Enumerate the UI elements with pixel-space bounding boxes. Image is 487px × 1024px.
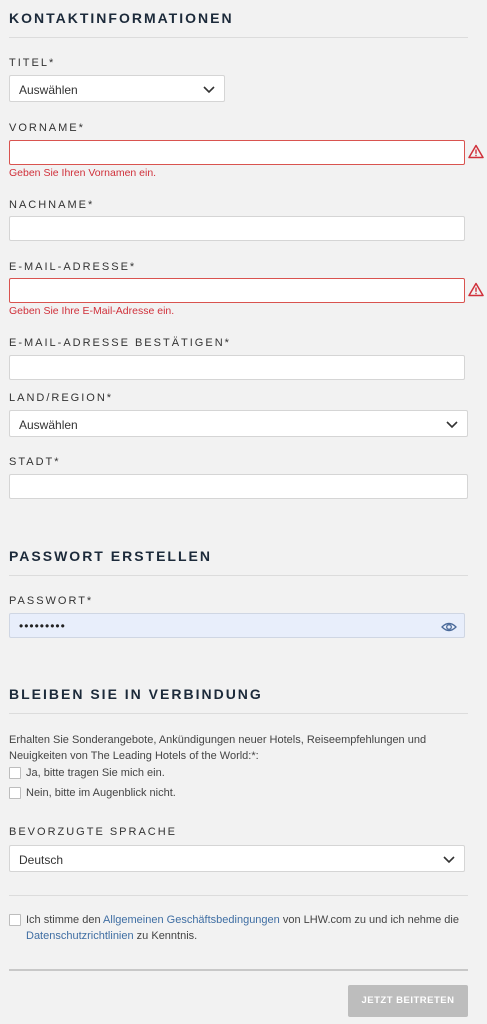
newsletter-no-checkbox[interactable] bbox=[9, 787, 21, 799]
language-select[interactable]: Deutsch bbox=[9, 845, 465, 872]
divider bbox=[9, 895, 468, 896]
email-confirm-label: E-MAIL-ADRESSE BESTÄTIGEN* bbox=[9, 337, 231, 349]
newsletter-no-label: Nein, bitte im Augenblick nicht. bbox=[26, 787, 176, 799]
nachname-label: NACHNAME* bbox=[9, 199, 95, 211]
warning-icon bbox=[468, 282, 484, 302]
language-select-value: Deutsch bbox=[19, 853, 64, 867]
divider bbox=[9, 37, 468, 38]
password-input[interactable]: ••••••••• bbox=[9, 613, 465, 638]
password-section-title: PASSWORT ERSTELLEN bbox=[9, 548, 212, 564]
connect-section-title: BLEIBEN SIE IN VERBINDUNG bbox=[9, 686, 263, 702]
titel-select[interactable]: Auswählen bbox=[9, 75, 225, 102]
vorname-input[interactable] bbox=[9, 140, 465, 165]
email-error: Geben Sie Ihre E-Mail-Adresse ein. bbox=[9, 305, 175, 317]
terms-text: Ich stimme den Allgemeinen Geschäftsbedi… bbox=[26, 912, 466, 944]
country-select[interactable]: Auswählen bbox=[9, 410, 468, 437]
terms-checkbox[interactable] bbox=[9, 914, 21, 926]
newsletter-yes-checkbox[interactable] bbox=[9, 767, 21, 779]
password-value: ••••••••• bbox=[19, 619, 66, 633]
contact-section-title: KONTAKTINFORMATIONEN bbox=[9, 10, 234, 26]
city-input[interactable] bbox=[9, 474, 468, 499]
terms-middle: von LHW.com zu und ich nehme die bbox=[279, 914, 459, 926]
terms-link[interactable]: Allgemeinen Geschäftsbedingungen bbox=[103, 914, 280, 926]
country-select-value: Auswählen bbox=[19, 418, 78, 432]
titel-label: TITEL* bbox=[9, 57, 56, 69]
nachname-input[interactable] bbox=[9, 216, 465, 241]
vorname-label: VORNAME* bbox=[9, 122, 85, 134]
email-input[interactable] bbox=[9, 278, 465, 303]
terms-suffix: zu Kenntnis. bbox=[133, 930, 198, 942]
divider bbox=[9, 575, 468, 576]
city-label: STADT* bbox=[9, 456, 61, 468]
vorname-error: Geben Sie Ihren Vornamen ein. bbox=[9, 167, 157, 179]
eye-icon[interactable] bbox=[441, 620, 457, 638]
email-label: E-MAIL-ADRESSE* bbox=[9, 261, 137, 273]
chevron-down-icon bbox=[202, 82, 216, 101]
newsletter-description: Erhalten Sie Sonderangebote, Ankündigung… bbox=[9, 734, 427, 762]
warning-icon bbox=[468, 144, 484, 164]
divider bbox=[9, 969, 468, 971]
divider bbox=[9, 713, 468, 714]
titel-select-value: Auswählen bbox=[19, 83, 78, 97]
chevron-down-icon bbox=[445, 417, 459, 436]
submit-button[interactable]: JETZT BEITRETEN bbox=[348, 985, 468, 1017]
country-label: LAND/REGION* bbox=[9, 392, 114, 404]
terms-prefix: Ich stimme den bbox=[26, 914, 104, 926]
email-confirm-input[interactable] bbox=[9, 355, 465, 380]
newsletter-yes-label: Ja, bitte tragen Sie mich ein. bbox=[26, 767, 165, 779]
chevron-down-icon bbox=[442, 852, 456, 871]
password-label: PASSWORT* bbox=[9, 595, 94, 607]
privacy-link[interactable]: Datenschutzrichtlinien bbox=[26, 930, 134, 942]
language-label: BEVORZUGTE SPRACHE bbox=[9, 826, 178, 838]
